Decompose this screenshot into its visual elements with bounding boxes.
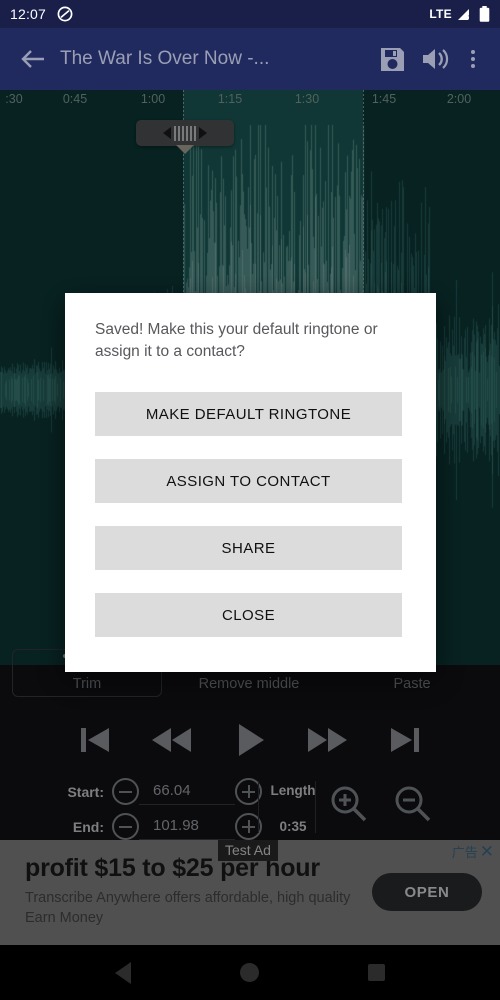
page-title: The War Is Over Now -... bbox=[60, 48, 270, 69]
do-not-disturb-icon bbox=[57, 6, 73, 22]
overflow-menu-button[interactable] bbox=[458, 37, 488, 81]
saved-ringtone-dialog: Saved! Make this your default ringtone o… bbox=[65, 293, 436, 672]
close-button[interactable]: CLOSE bbox=[95, 593, 402, 637]
network-type-label: LTE bbox=[429, 7, 452, 21]
assign-to-contact-button[interactable]: ASSIGN TO CONTACT bbox=[95, 459, 402, 503]
audio-editor-screen: :30 0:45 1:00 1:15 1:30 1:45 2:00 Trim Remove … bbox=[0, 0, 500, 1000]
save-floppy-icon bbox=[380, 47, 404, 71]
svg-text:x: x bbox=[468, 13, 472, 22]
app-bar: The War Is Over Now -... bbox=[0, 28, 500, 90]
arrow-back-icon bbox=[21, 50, 44, 68]
save-button[interactable] bbox=[370, 37, 414, 81]
dialog-message: Saved! Make this your default ringtone o… bbox=[95, 321, 378, 360]
battery-full-icon bbox=[479, 6, 490, 22]
volume-button[interactable] bbox=[414, 37, 458, 81]
overflow-menu-icon bbox=[471, 50, 475, 54]
share-button[interactable]: SHARE bbox=[95, 526, 402, 570]
back-button[interactable] bbox=[12, 38, 54, 80]
make-default-ringtone-button[interactable]: MAKE DEFAULT RINGTONE bbox=[95, 392, 402, 436]
status-icons: LTE x bbox=[429, 6, 490, 22]
volume-up-icon bbox=[423, 49, 449, 69]
signal-no-service-icon: x bbox=[458, 8, 472, 22]
status-time: 12:07 bbox=[10, 6, 47, 22]
status-bar: 12:07 LTE x bbox=[0, 0, 500, 28]
